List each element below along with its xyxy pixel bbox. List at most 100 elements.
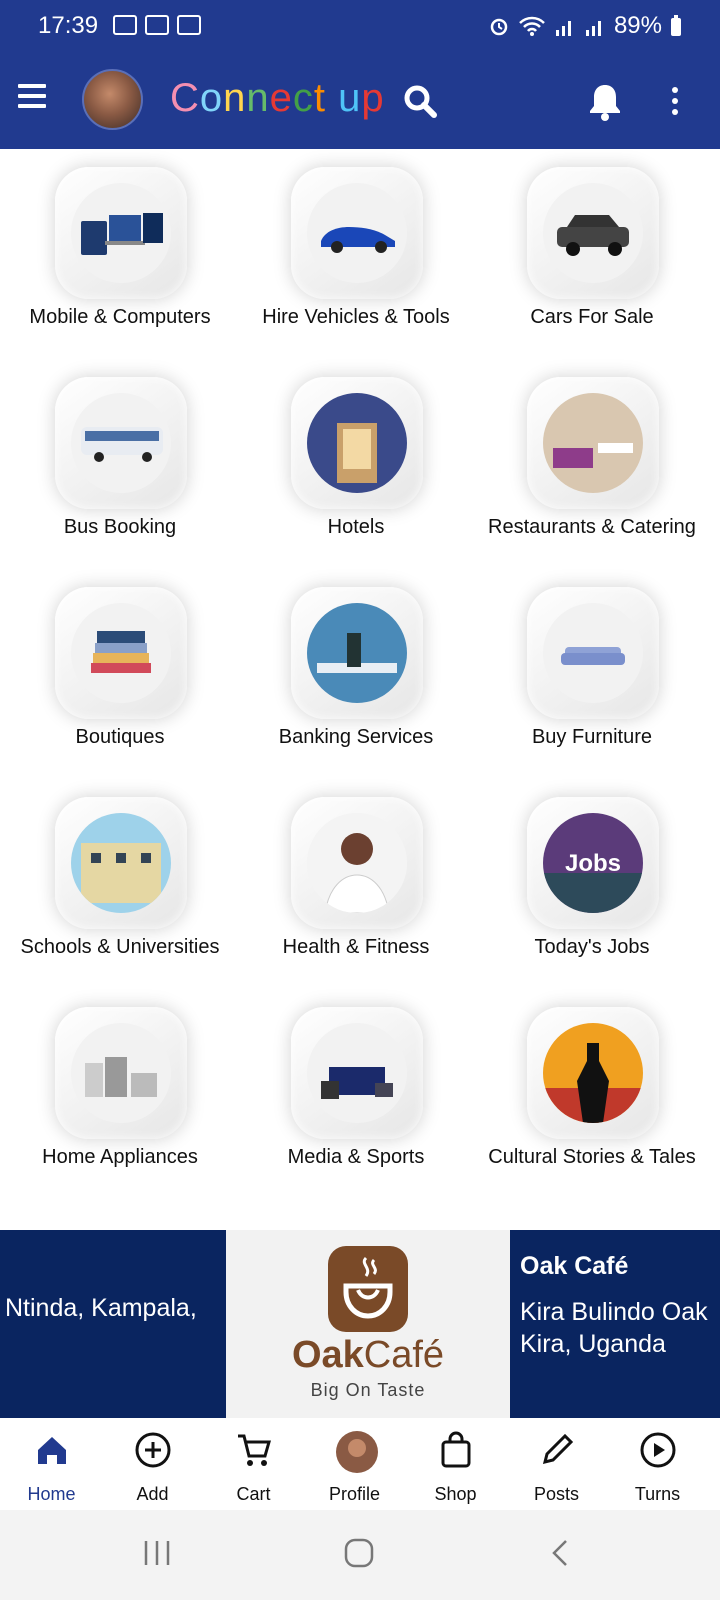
category-tile[interactable] <box>55 1007 187 1139</box>
ad-logo-panel: OakCafé Big On Taste <box>226 1230 510 1418</box>
signal-icon <box>555 21 571 36</box>
nav-shop[interactable]: Shop <box>404 1418 507 1510</box>
nav-home[interactable]: Home <box>0 1418 103 1510</box>
category-tile[interactable] <box>291 587 423 719</box>
brand-letter: e <box>269 76 293 120</box>
brand-letter: c <box>292 76 314 120</box>
home-button-icon[interactable] <box>343 1537 375 1569</box>
category-label: Home Appliances <box>42 1146 198 1168</box>
nav-label: Turns <box>634 1484 681 1504</box>
shopping-bag-icon <box>436 1430 476 1470</box>
category-label: Cultural Stories & Tales <box>488 1146 696 1168</box>
more-vert-icon[interactable] <box>672 87 678 120</box>
media-icon <box>307 1023 407 1123</box>
nav-posts[interactable]: Posts <box>505 1418 608 1510</box>
category-label: Boutiques <box>75 726 165 748</box>
category-item[interactable]: Banking Services <box>236 569 476 779</box>
category-item[interactable]: Jobs Today's Jobs <box>472 779 712 989</box>
brand-letter: p <box>361 76 385 120</box>
category-label: Bus Booking <box>63 516 177 538</box>
ad-tagline: Big On Taste <box>310 1380 426 1400</box>
suv-icon <box>543 183 643 283</box>
category-tile[interactable] <box>55 587 187 719</box>
notification-icons <box>113 15 201 35</box>
category-item[interactable]: Cultural Stories & Tales <box>472 989 712 1199</box>
nav-profile[interactable]: Profile <box>303 1418 406 1510</box>
recent-apps-icon[interactable] <box>142 1538 172 1568</box>
category-tile[interactable] <box>291 377 423 509</box>
category-tile[interactable] <box>291 167 423 299</box>
brand-letter: u <box>338 76 362 120</box>
battery-icon <box>671 15 681 36</box>
restaurant-icon <box>543 393 643 493</box>
jobs-icon: Jobs <box>543 813 643 913</box>
category-item[interactable]: Restaurants & Catering <box>472 359 712 569</box>
nav-turns[interactable]: Turns <box>606 1418 709 1510</box>
search-icon[interactable] <box>402 83 438 119</box>
category-tile[interactable] <box>55 797 187 929</box>
category-tile[interactable] <box>527 167 659 299</box>
category-tile[interactable] <box>55 377 187 509</box>
category-item[interactable]: Buy Furniture <box>472 569 712 779</box>
add-circle-icon <box>133 1430 173 1470</box>
brand-letter: t <box>313 76 327 120</box>
category-tile[interactable] <box>291 797 423 929</box>
back-icon[interactable] <box>548 1538 572 1568</box>
gallery-icon <box>177 15 201 35</box>
category-tile[interactable] <box>291 1007 423 1139</box>
nav-label: Shop <box>434 1484 477 1504</box>
nav-label: Cart <box>236 1484 271 1504</box>
category-tile[interactable] <box>527 377 659 509</box>
nav-label: Home <box>27 1484 76 1504</box>
hotel-icon <box>307 393 407 493</box>
car-icon <box>307 183 407 283</box>
category-item[interactable]: Cars For Sale <box>472 149 712 359</box>
category-item[interactable]: Mobile & Computers <box>0 149 240 359</box>
category-tile[interactable] <box>527 1007 659 1139</box>
category-item[interactable]: Hotels <box>236 359 476 569</box>
ad-banner[interactable]: Ntinda, Kampala, OakCafé Big On Taste Oa… <box>0 1230 720 1418</box>
app-title: Connect up <box>170 76 385 121</box>
category-label: Cars For Sale <box>530 306 654 328</box>
avatar[interactable] <box>82 69 143 130</box>
ad-logo-text: OakCafé <box>291 1334 445 1376</box>
category-tile[interactable] <box>527 587 659 719</box>
cart-icon <box>234 1430 274 1470</box>
category-item[interactable]: Hire Vehicles & Tools <box>236 149 476 359</box>
category-item[interactable]: Health & Fitness <box>236 779 476 989</box>
category-item[interactable]: Schools & Universities <box>0 779 240 989</box>
culture-icon <box>543 1023 643 1123</box>
category-label: Health & Fitness <box>282 936 430 958</box>
nav-label: Add <box>136 1484 169 1504</box>
home-icon <box>32 1430 72 1470</box>
bell-icon[interactable] <box>587 82 623 122</box>
nav-label: Posts <box>533 1484 580 1504</box>
brand-letter: n <box>223 76 247 120</box>
category-tile[interactable] <box>55 167 187 299</box>
nav-cart[interactable]: Cart <box>202 1418 305 1510</box>
category-item[interactable]: Boutiques <box>0 569 240 779</box>
youtube-icon <box>113 15 137 35</box>
category-label: Mobile & Computers <box>29 306 211 328</box>
nav-add[interactable]: Add <box>101 1418 204 1510</box>
bottom-navigation: Home Add Cart Profile Shop Posts Turns <box>0 1418 720 1510</box>
category-item[interactable]: Home Appliances <box>0 989 240 1199</box>
bank-icon <box>307 603 407 703</box>
menu-icon[interactable] <box>18 84 46 108</box>
system-nav-bar <box>0 1510 720 1600</box>
app-bar: Connect up <box>0 52 720 149</box>
category-item[interactable]: Media & Sports <box>236 989 476 1199</box>
ad-business-name: Oak Café <box>520 1252 629 1280</box>
category-item[interactable]: Bus Booking <box>0 359 240 569</box>
svg-text:Jobs: Jobs <box>565 850 621 877</box>
battery-percent: 89% <box>613 12 662 39</box>
category-label: Banking Services <box>278 726 434 748</box>
status-time: 17:39 <box>38 12 99 39</box>
school-icon <box>71 813 171 913</box>
nav-label: Profile <box>328 1484 381 1504</box>
sofa-icon <box>543 603 643 703</box>
clothes-icon <box>71 603 171 703</box>
wifi-icon <box>519 16 545 36</box>
ad-address: Kira Bulindo Oak Kira, Uganda <box>520 1298 708 1358</box>
category-tile[interactable]: Jobs <box>527 797 659 929</box>
